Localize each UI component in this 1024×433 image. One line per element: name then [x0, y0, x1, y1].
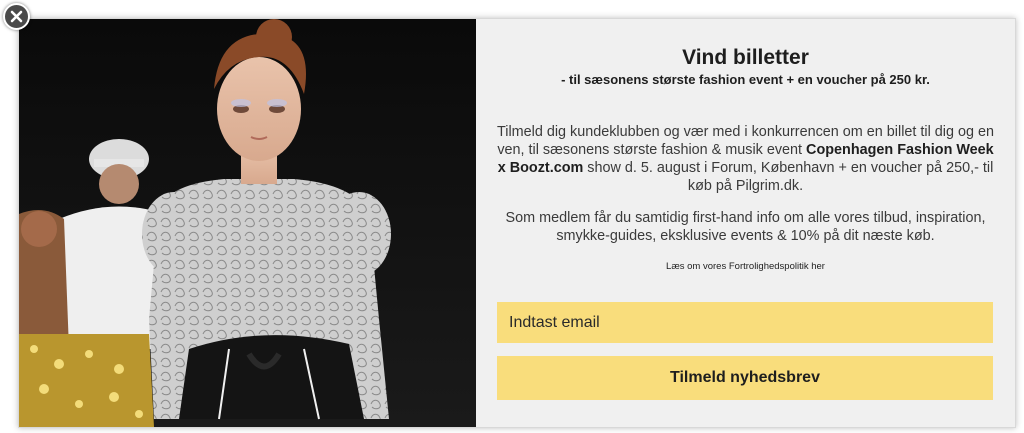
- popup-subtitle: - til sæsonens største fashion event + e…: [561, 72, 930, 87]
- description-text-end: show d. 5. august i Forum, København + e…: [583, 160, 994, 194]
- runway-model-photo: [19, 19, 476, 427]
- newsletter-popup: Vind billetter - til sæsonens største fa…: [18, 18, 1016, 428]
- popup-title: Vind billetter: [682, 46, 809, 69]
- popup-content: Vind billetter - til sæsonens største fa…: [476, 19, 1015, 427]
- subscribe-button[interactable]: Tilmeld nyhedsbrev: [497, 356, 993, 400]
- close-button[interactable]: [3, 3, 30, 30]
- privacy-policy-link[interactable]: Læs om vores Fortrolighedspolitik her: [496, 261, 995, 272]
- competition-description: Tilmeld dig kundeklubben og vær med i ko…: [496, 123, 995, 195]
- member-benefits: Som medlem får du samtidig first-hand in…: [505, 210, 986, 244]
- close-icon: [10, 10, 23, 23]
- email-input[interactable]: [497, 302, 993, 343]
- hero-image: [19, 19, 476, 427]
